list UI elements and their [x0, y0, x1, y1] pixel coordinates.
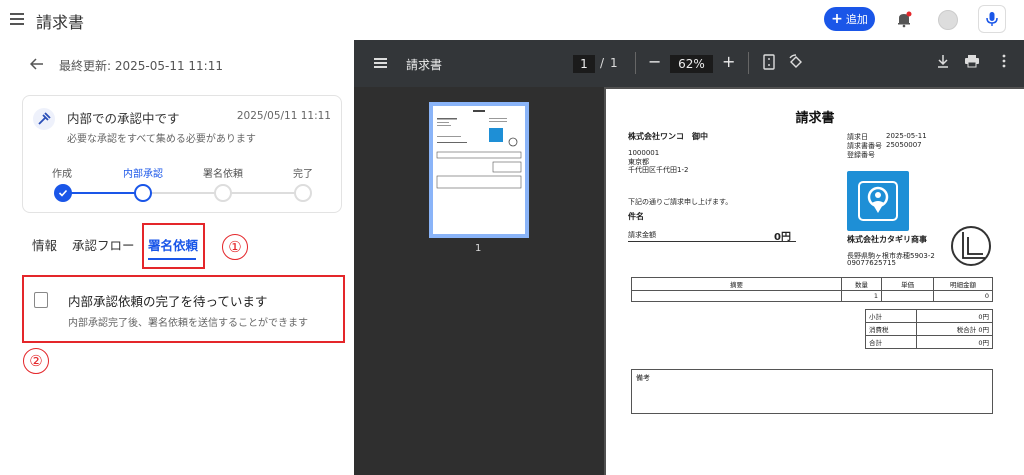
- microphone-icon: [986, 12, 998, 26]
- registration-label: 登録番号: [847, 151, 875, 159]
- toolbar-divider: [748, 52, 749, 74]
- issuer-phone: 09077625715: [847, 259, 896, 267]
- microphone-button[interactable]: [978, 5, 1006, 33]
- add-button[interactable]: + 追加: [824, 7, 875, 31]
- card-subtitle: 必要な承認をすべて集める必要があります: [67, 134, 256, 145]
- tax-value: 税合計 0円: [916, 322, 993, 336]
- card-date: 2025/05/11 11:11: [236, 110, 331, 122]
- total-label: 合計: [864, 335, 918, 349]
- table-header: 摘要: [631, 277, 842, 291]
- zoom-out-button[interactable]: −: [648, 52, 661, 71]
- avatar[interactable]: [938, 10, 958, 30]
- row-total: 0: [933, 290, 993, 302]
- totals-table: 小計 0円 消費税 税合計 0円 合計 0円: [864, 309, 993, 349]
- intro-text: 下記の通りご請求申し上げます。: [628, 198, 733, 206]
- tax-label: 消費税: [864, 322, 918, 336]
- menu-icon[interactable]: [10, 13, 24, 25]
- last-updated-text: 最終更新: 2025-05-11 11:11: [59, 59, 223, 73]
- plus-icon: +: [831, 11, 843, 27]
- invoice-number: 25050007: [886, 141, 922, 149]
- fit-page-icon[interactable]: [760, 54, 778, 72]
- thumbnail-sidebar: 1: [354, 87, 604, 475]
- issue-date: 2025-05-11: [886, 132, 927, 140]
- row-price: [881, 290, 934, 302]
- step-current-dot: [134, 184, 152, 202]
- company-seal-stamp: [951, 226, 991, 266]
- invoice-title: 請求書: [795, 111, 835, 126]
- page-title: 請求書: [36, 13, 85, 32]
- items-table: 摘要 数量 単価 明細金額 1 0: [631, 277, 993, 302]
- company-logo: [847, 171, 909, 231]
- table-header: 数量: [841, 277, 882, 291]
- step-pending-dot: [214, 184, 232, 202]
- add-button-label: 追加: [845, 13, 868, 26]
- table-row: 1 0: [631, 290, 993, 302]
- pdf-menu-icon[interactable]: [374, 58, 387, 68]
- thumbnail-page-number: 1: [475, 243, 482, 254]
- step-connector: [63, 192, 143, 194]
- remarks-label: 備考: [636, 374, 650, 382]
- step-done-check-icon: [54, 184, 72, 202]
- tab-approval-flow[interactable]: 承認フロー: [72, 235, 135, 254]
- toolbar-divider: [635, 52, 636, 74]
- recipient-address: 千代田区千代田1-2: [628, 166, 689, 174]
- subtotal-value: 0円: [916, 309, 993, 323]
- zoom-input[interactable]: 62%: [670, 55, 713, 73]
- pdf-page: 請求書 株式会社ワンコ 御中 1000001 東京都 千代田区千代田1-2 請求…: [606, 89, 1024, 475]
- row-qty: 1: [841, 290, 882, 302]
- amount-underline: [628, 241, 796, 242]
- recipient-name: 株式会社ワンコ 御中: [628, 132, 708, 141]
- document-wait-icon: [34, 292, 48, 308]
- notification-bell-icon[interactable]: [895, 10, 913, 28]
- more-options-icon[interactable]: [995, 54, 1013, 72]
- remarks-box: 備考: [631, 369, 993, 414]
- step-label-internal-approval: 内部承認: [123, 169, 163, 180]
- approval-status-card: 内部での承認中です 2025/05/11 11:11 必要な承認をすべて集める必…: [22, 95, 342, 213]
- page-number-input[interactable]: 1: [573, 55, 595, 73]
- recipient-postal: 1000001: [628, 149, 660, 157]
- subtotal-label: 小計: [864, 309, 918, 323]
- annotation-box-1: [142, 223, 205, 269]
- page-thumbnail[interactable]: [429, 102, 529, 238]
- step-label-signature-request: 署名依頼: [203, 169, 243, 180]
- card-title: 内部での承認中です: [67, 111, 180, 126]
- tab-info[interactable]: 情報: [32, 235, 57, 254]
- amount-label: 請求金額: [628, 231, 656, 239]
- pdf-viewer: 請求書 1 / 1 − 62% + 1 請求書 株式会社ワンコ 御中 10000…: [354, 40, 1024, 475]
- step-pending-dot: [294, 184, 312, 202]
- step-label-complete: 完了: [293, 169, 313, 180]
- back-arrow-icon[interactable]: [29, 57, 44, 75]
- download-icon[interactable]: [934, 54, 952, 72]
- issuer-company: 株式会社カタギリ商事: [847, 235, 927, 244]
- table-header: 単価: [881, 277, 934, 291]
- pdf-toolbar: 請求書 1 / 1 − 62% +: [354, 40, 1024, 87]
- page-total: 1: [610, 56, 618, 70]
- pdf-title: 請求書: [406, 58, 443, 72]
- annotation-number-2: ②: [23, 348, 49, 374]
- zoom-in-button[interactable]: +: [722, 52, 735, 71]
- step-label-create: 作成: [52, 169, 72, 180]
- subject-label: 件名: [628, 212, 644, 221]
- top-bar: 請求書 + 追加: [0, 0, 1024, 40]
- gavel-icon: [33, 108, 55, 130]
- page-separator: /: [600, 56, 605, 70]
- rotate-icon[interactable]: [787, 54, 805, 72]
- total-value: 0円: [916, 335, 993, 349]
- annotation-number-1: ①: [222, 234, 248, 260]
- wait-title: 内部承認依頼の完了を待っています: [68, 294, 268, 309]
- print-icon[interactable]: [963, 54, 981, 72]
- table-header: 明細金額: [933, 277, 993, 291]
- wait-subtitle: 内部承認完了後、署名依頼を送信することができます: [68, 318, 308, 329]
- detail-panel: 最終更新: 2025-05-11 11:11 内部での承認中です 2025/05…: [0, 40, 354, 475]
